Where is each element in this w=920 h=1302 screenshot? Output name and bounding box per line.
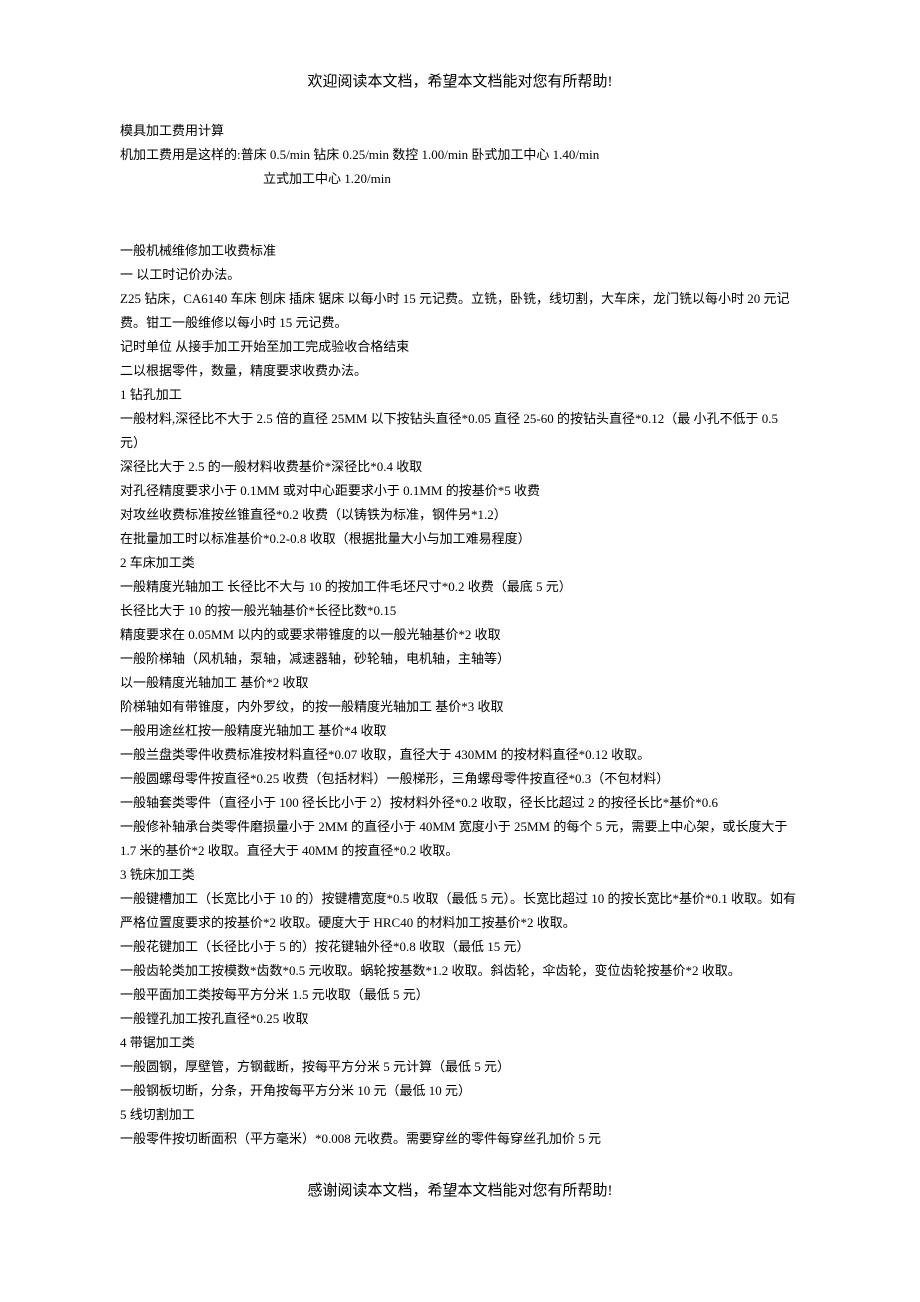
text-line: 机加工费用是这样的:普床 0.5/min 钻床 0.25/min 数控 1.00…: [120, 143, 800, 167]
page-footer: 感谢阅读本文档，希望本文档能对您有所帮助!: [120, 1179, 800, 1200]
text-line: 在批量加工时以标准基价*0.2-0.8 收取（根据批量大小与加工难易程度）: [120, 527, 800, 551]
text-line: 阶梯轴如有带锥度，内外罗纹，的按一般精度光轴加工 基价*3 收取: [120, 695, 800, 719]
text-line: 一般钢板切断，分条，开角按每平方分米 10 元（最低 10 元）: [120, 1079, 800, 1103]
document-body: 模具加工费用计算机加工费用是这样的:普床 0.5/min 钻床 0.25/min…: [120, 119, 800, 1151]
text-line: 一般键槽加工（长宽比小于 10 的）按键槽宽度*0.5 收取（最低 5 元）。长…: [120, 887, 800, 935]
text-line: 一般花键加工（长径比小于 5 的）按花键轴外径*0.8 收取（最低 15 元）: [120, 935, 800, 959]
text-line: 以一般精度光轴加工 基价*2 收取: [120, 671, 800, 695]
text-line: 对孔径精度要求小于 0.1MM 或对中心距要求小于 0.1MM 的按基价*5 收…: [120, 479, 800, 503]
text-line: 一般圆螺母零件按直径*0.25 收费（包括材料）一般梯形，三角螺母零件按直径*0…: [120, 767, 800, 791]
text-line: 一般平面加工类按每平方分米 1.5 元收取（最低 5 元）: [120, 983, 800, 1007]
text-line: 一 以工时记价办法。: [120, 263, 800, 287]
text-line-indented: 立式加工中心 1.20/min: [120, 167, 800, 191]
text-line: Z25 钻床，CA6140 车床 刨床 插床 锯床 以每小时 15 元记费。立铣…: [120, 287, 800, 335]
text-line: 深径比大于 2.5 的一般材料收费基价*深径比*0.4 收取: [120, 455, 800, 479]
page-header: 欢迎阅读本文档，希望本文档能对您有所帮助!: [120, 70, 800, 91]
text-line: 记时单位 从接手加工开始至加工完成验收合格结束: [120, 335, 800, 359]
text-line: 对攻丝收费标准按丝锥直径*0.2 收费（以铸铁为标准，钢件另*1.2）: [120, 503, 800, 527]
text-line: 一般机械维修加工收费标准: [120, 239, 800, 263]
text-line: 1 钻孔加工: [120, 383, 800, 407]
document-page: 欢迎阅读本文档，希望本文档能对您有所帮助! 模具加工费用计算机加工费用是这样的:…: [0, 0, 920, 1260]
text-line: 一般镗孔加工按孔直径*0.25 收取: [120, 1007, 800, 1031]
text-line: 一般兰盘类零件收费标准按材料直径*0.07 收取，直径大于 430MM 的按材料…: [120, 743, 800, 767]
text-line: 二以根据零件，数量，精度要求收费办法。: [120, 359, 800, 383]
text-line: 一般用途丝杠按一般精度光轴加工 基价*4 收取: [120, 719, 800, 743]
text-line: 一般阶梯轴（风机轴，泵轴，减速器轴，砂轮轴，电机轴，主轴等）: [120, 647, 800, 671]
text-line: 精度要求在 0.05MM 以内的或要求带锥度的以一般光轴基价*2 收取: [120, 623, 800, 647]
text-line: 2 车床加工类: [120, 551, 800, 575]
blank-line: [120, 191, 800, 239]
text-line: 一般轴套类零件（直径小于 100 径长比小于 2）按材料外径*0.2 收取，径长…: [120, 791, 800, 815]
text-line: 一般精度光轴加工 长径比不大与 10 的按加工件毛坯尺寸*0.2 收费（最底 5…: [120, 575, 800, 599]
text-line: 模具加工费用计算: [120, 119, 800, 143]
text-line: 5 线切割加工: [120, 1103, 800, 1127]
text-line: 4 带锯加工类: [120, 1031, 800, 1055]
text-line: 一般材料,深径比不大于 2.5 倍的直径 25MM 以下按钻头直径*0.05 直…: [120, 407, 800, 455]
text-line: 长径比大于 10 的按一般光轴基价*长径比数*0.15: [120, 599, 800, 623]
text-line: 一般零件按切断面积（平方毫米）*0.008 元收费。需要穿丝的零件每穿丝孔加价 …: [120, 1127, 800, 1151]
text-line: 一般圆钢，厚壁管，方钢截断，按每平方分米 5 元计算（最低 5 元）: [120, 1055, 800, 1079]
text-line: 3 铣床加工类: [120, 863, 800, 887]
text-line: 一般修补轴承台类零件磨损量小于 2MM 的直径小于 40MM 宽度小于 25MM…: [120, 815, 800, 863]
text-line: 一般齿轮类加工按模数*齿数*0.5 元收取。蜗轮按基数*1.2 收取。斜齿轮，伞…: [120, 959, 800, 983]
